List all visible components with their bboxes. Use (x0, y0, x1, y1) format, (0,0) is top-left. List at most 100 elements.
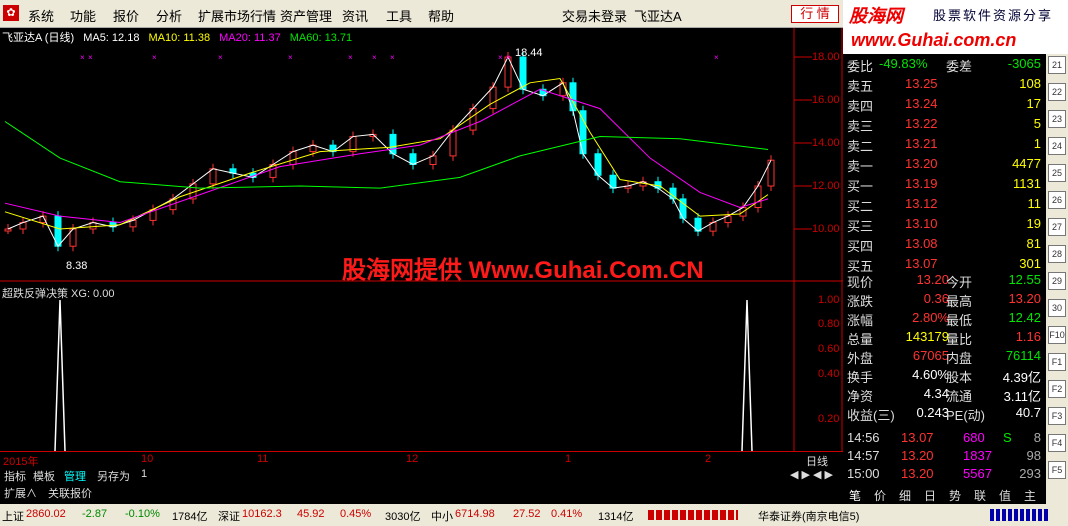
sz-pct: 0.45% (340, 508, 372, 520)
side-tool-button[interactable]: 26 (1048, 191, 1066, 209)
ask-price: 13.20 (905, 156, 938, 171)
stat-value: 4.60% (912, 367, 949, 382)
ask-row[interactable]: 卖五 13.25 108 (843, 74, 1043, 94)
bid-label: 买三 (847, 219, 874, 234)
menu-news[interactable]: 资讯 (342, 6, 368, 25)
tab-template[interactable]: 模板 (33, 468, 55, 484)
tab-manage[interactable]: 管理 (64, 468, 86, 484)
zx-label[interactable]: 中小 (431, 508, 453, 524)
stat-value: 40.7 (1015, 405, 1041, 420)
side-tool-button[interactable]: 27 (1048, 218, 1066, 236)
side-tool-button[interactable]: 29 (1048, 272, 1066, 290)
weibi-value: -49.83% (879, 56, 928, 71)
detail-tab[interactable]: 联 (974, 487, 986, 504)
detail-tab[interactable]: 日 (924, 487, 936, 504)
side-tool-button[interactable]: F2 (1048, 380, 1066, 398)
stat-row: 外盘 67065 内盘 76114 (843, 346, 1043, 366)
side-tool-button[interactable]: 25 (1048, 164, 1066, 182)
candle-body (469, 108, 477, 131)
tab-related-quote[interactable]: 关联报价 (48, 485, 92, 501)
scroll-arrows[interactable]: ◀ ▶ ◀ ▶ (790, 468, 833, 481)
stat-row: 收益(三) 0.243 PE(动) 40.7 (843, 403, 1043, 423)
stat-value: 2.80% (912, 310, 949, 325)
sh-label[interactable]: 上证 (2, 508, 24, 524)
stat-value: 13.20 (1008, 291, 1041, 306)
bid-volume: 19 (1026, 216, 1041, 231)
detail-tab[interactable]: 势 (949, 487, 961, 504)
menu-system[interactable]: 系统 (28, 6, 54, 25)
detail-tab[interactable]: 主 (1024, 487, 1036, 504)
indicator-axis-label: 0.40 (818, 368, 840, 380)
ask-row[interactable]: 卖二 13.21 1 (843, 134, 1043, 154)
brand-slogan: 股票软件资源分享 (933, 8, 1054, 23)
tab-number[interactable]: 1 (141, 468, 147, 480)
tick-count: 293 (1019, 466, 1041, 481)
tick-flag: S (1003, 430, 1012, 445)
status-bar: 上证 2860.02 -2.87 -0.10% 1784亿 深证 10162.3… (0, 504, 1068, 526)
bid-volume: 81 (1026, 236, 1041, 251)
tab-extend[interactable]: 扩展∧ (4, 485, 37, 501)
side-tool-button[interactable]: F4 (1048, 434, 1066, 452)
side-tool-button[interactable]: 28 (1048, 245, 1066, 263)
bid-volume: 1131 (1013, 176, 1041, 191)
ask-row[interactable]: 卖一 13.20 4477 (843, 154, 1043, 174)
bid-row[interactable]: 买一 13.19 1131 (843, 174, 1043, 194)
candle-body (579, 110, 587, 155)
ask-row[interactable]: 卖四 13.24 17 (843, 94, 1043, 114)
side-tool-button[interactable]: 24 (1048, 137, 1066, 155)
menu-quote[interactable]: 报价 (113, 6, 139, 25)
ask-label: 卖三 (847, 119, 874, 134)
tab-indicator[interactable]: 指标 (4, 468, 26, 484)
ask-price: 13.21 (905, 136, 938, 151)
signal-marker: × (498, 53, 503, 62)
side-tool-button[interactable]: 30 (1048, 299, 1066, 317)
detail-tab[interactable]: 价 (874, 487, 886, 504)
ask-volume: 17 (1026, 96, 1041, 111)
menu-asset-management[interactable]: 资产管理 (280, 6, 332, 25)
side-tool-button[interactable]: 22 (1048, 83, 1066, 101)
watermark-text: 股海网提供 Www.Guhai.Com.CN (342, 257, 704, 284)
side-tool-button[interactable]: 21 (1048, 56, 1066, 74)
bid-price: 13.12 (905, 196, 938, 211)
login-status[interactable]: 交易未登录 (562, 6, 627, 25)
menu-function[interactable]: 功能 (70, 6, 96, 25)
ask-label: 卖二 (847, 139, 874, 154)
price-axis-label: 16.00 (812, 94, 840, 106)
brand-banner: 股海网 股票软件资源分享 (843, 0, 1068, 28)
tick-volume: 1837 (963, 448, 992, 463)
side-tool-button[interactable]: F3 (1048, 407, 1066, 425)
menu-help[interactable]: 帮助 (428, 6, 454, 25)
detail-tab[interactable]: 笔 (849, 487, 861, 504)
side-tool-button[interactable]: F1 (1048, 353, 1066, 371)
indicator-spike (54, 299, 66, 452)
ask-price: 13.24 (905, 96, 938, 111)
bid-row[interactable]: 买四 13.08 81 (843, 234, 1043, 254)
stat-row: 换手 4.60% 股本 4.39亿 (843, 365, 1043, 385)
stat-label: PE(动) (946, 408, 986, 423)
menu-tools[interactable]: 工具 (386, 6, 412, 25)
side-tool-button[interactable]: 23 (1048, 110, 1066, 128)
zx-value: 6714.98 (455, 508, 495, 520)
tab-save-as[interactable]: 另存为 (97, 468, 130, 484)
sz-label[interactable]: 深证 (218, 508, 240, 524)
menu-extended-market[interactable]: 扩展市场行情 (198, 6, 276, 25)
side-tool-button[interactable]: F5 (1048, 461, 1066, 479)
bid-row[interactable]: 买三 13.10 19 (843, 214, 1043, 234)
menu-analysis[interactable]: 分析 (156, 6, 182, 25)
signal-marker: × (506, 53, 511, 62)
quote-mode-button[interactable]: 行 情 (791, 5, 839, 23)
ma-legend: 飞亚达A (日线) MA5: 12.18 MA10: 11.38 MA20: 1… (2, 29, 358, 45)
detail-tab[interactable]: 细 (899, 487, 911, 504)
side-tool-button[interactable]: F10 (1048, 326, 1066, 344)
ask-row[interactable]: 卖三 13.22 5 (843, 114, 1043, 134)
app-logo-icon[interactable]: ✿ (3, 5, 19, 21)
detail-tab[interactable]: 值 (999, 487, 1011, 504)
tick-time: 14:56 (847, 430, 880, 445)
bid-row[interactable]: 买二 13.12 11 (843, 194, 1043, 214)
indicator-spike (741, 299, 753, 452)
stat-label: 收益(三) (847, 408, 895, 423)
bid-price: 13.10 (905, 216, 938, 231)
tick-volume: 5567 (963, 466, 992, 481)
tick-price: 13.07 (901, 430, 934, 445)
bid-price: 13.07 (905, 256, 938, 271)
